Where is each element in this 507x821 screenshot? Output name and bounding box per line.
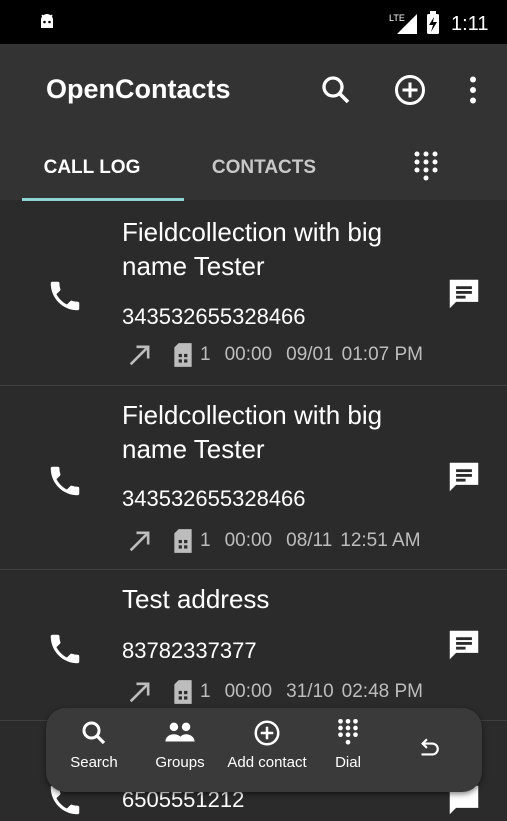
sim-number: 1 [200,530,211,551]
status-bar: LTE 1:11 [0,0,507,44]
add-contact-label: Add contact [227,754,307,771]
app-bar: OpenContacts CALL LOG CONTACTS [0,44,507,200]
battery-charging-icon [427,11,439,34]
message-icon[interactable] [445,626,483,664]
add-circle-icon [254,720,280,746]
call-date: 08/11 [286,530,333,551]
android-icon [41,14,53,28]
contact-name: Fieldcollection with big name Tester [122,400,383,464]
dial-label: Dial [335,754,361,771]
call-time: 12:51 AM [340,530,421,551]
call-duration: 00:00 [224,681,273,702]
call-date: 31/10 [286,681,334,702]
status-time: 1:11 [451,13,489,35]
tab-dialpad[interactable] [386,140,466,200]
signal-icon: LTE [389,13,417,34]
add-circle-icon[interactable] [392,72,428,108]
tab-call-log[interactable]: CALL LOG [0,140,184,200]
call-meta: 1 00:00 09/01 01:07 PM [126,341,437,369]
sim-number: 1 [200,681,211,702]
contact-name: Fieldcollection with big name Tester [122,217,383,281]
call-time: 01:07 PM [341,344,423,365]
call-date: 09/01 [286,344,334,365]
app-title: OpenContacts [46,74,231,104]
message-icon[interactable] [445,275,483,313]
call-log-row[interactable]: Fieldcollection with big name Tester 343… [0,386,507,570]
call-log-row[interactable]: Test address 83782337377 1 00:00 31/10 0… [0,570,507,721]
phone-icon[interactable] [46,277,84,315]
call-log-row[interactable]: Fieldcollection with big name Tester 343… [0,201,507,386]
phone-icon[interactable] [46,630,84,668]
dialpad-icon [338,719,358,745]
add-contact-button[interactable]: Add contact [222,718,312,771]
undo-icon [421,738,439,756]
outgoing-call-icon [129,682,150,703]
sim-card-icon [174,343,192,367]
message-icon[interactable] [445,458,483,496]
sim-number: 1 [200,344,211,365]
dial-button[interactable]: Dial [328,718,368,771]
undo-button[interactable] [410,738,446,766]
sim-card-icon [174,529,192,553]
groups-icon [165,722,195,742]
phone-icon[interactable] [46,462,84,500]
dialpad-icon [414,151,438,181]
search-button[interactable]: Search [66,718,122,771]
search-icon[interactable] [318,72,354,108]
call-meta: 1 00:00 08/11 12:51 AM [126,527,435,555]
groups-button[interactable]: Groups [150,718,210,771]
contact-number: 343532655328466 [122,486,306,511]
contact-name: Test address [122,584,270,614]
call-meta: 1 00:00 31/10 02:48 PM [126,678,437,706]
network-label: LTE [389,13,405,23]
call-time: 02:48 PM [341,681,423,702]
tab-contacts[interactable]: CONTACTS [184,140,344,200]
search-icon [82,721,106,745]
outgoing-call-icon [129,531,150,552]
search-label: Search [70,754,118,771]
call-duration: 00:00 [224,344,273,365]
sim-card-icon [174,680,192,704]
more-vert-icon[interactable] [455,72,491,108]
outgoing-call-icon [129,345,150,366]
contact-number: 343532655328466 [122,304,306,329]
tab-bar: CALL LOG CONTACTS [0,140,507,200]
bottom-action-bar: Search Groups Add contact Dial [46,708,482,792]
groups-label: Groups [155,754,205,771]
contact-number: 83782337377 [122,638,257,663]
call-duration: 00:00 [224,530,273,551]
